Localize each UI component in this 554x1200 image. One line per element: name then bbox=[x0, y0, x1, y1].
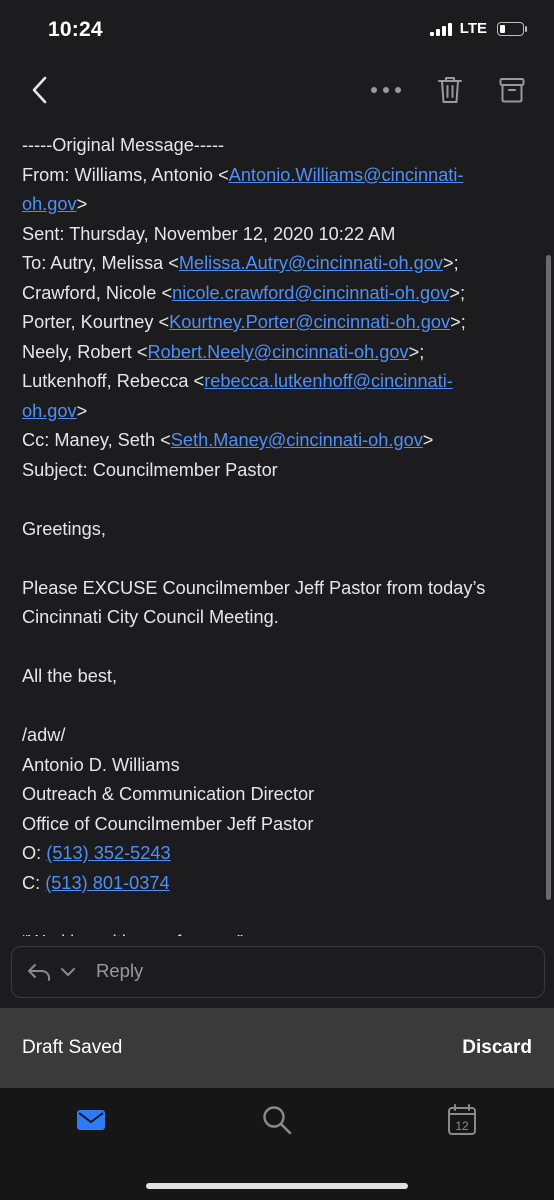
discard-button[interactable]: Discard bbox=[462, 1037, 532, 1059]
recipient-line: Neely, Robert <Robert.Neely@cincinnati-o… bbox=[22, 341, 425, 362]
office-phone-line: O: (513) 352-5243 bbox=[22, 839, 532, 869]
subject-line: Subject: Councilmember Pastor bbox=[22, 459, 278, 480]
recipient-line: Crawford, Nicole <nicole.crawford@cincin… bbox=[22, 282, 466, 303]
original-message-header: -----Original Message----- bbox=[22, 135, 225, 155]
delete-button[interactable] bbox=[432, 70, 468, 110]
battery-icon bbox=[497, 21, 527, 36]
body-line: Cincinnati City Council Meeting. bbox=[22, 607, 279, 627]
tab-calendar[interactable]: 12 bbox=[442, 1102, 482, 1138]
recipient-email-link[interactable]: Kourtney.Porter@cincinnati-oh.gov bbox=[169, 312, 450, 332]
more-horizontal-icon bbox=[371, 87, 401, 93]
cell-phone-label: C: bbox=[22, 872, 46, 893]
reply-field[interactable]: Reply bbox=[11, 946, 545, 998]
draft-saved-banner: Draft Saved Discard bbox=[0, 1008, 554, 1088]
home-indicator bbox=[146, 1183, 408, 1189]
signature-office: Office of Councilmember Jeff Pastor bbox=[22, 813, 314, 834]
cell-phone-link[interactable]: (513) 801-0374 bbox=[45, 873, 169, 893]
signature-title: Outreach & Communication Director bbox=[22, 784, 315, 804]
recipient-email-link-cont[interactable]: oh.gov bbox=[22, 401, 77, 421]
reply-arrow-icon bbox=[28, 964, 50, 981]
status-bar: 10:24 LTE bbox=[0, 0, 554, 60]
archive-icon bbox=[499, 78, 525, 103]
status-time: 10:24 bbox=[48, 18, 103, 41]
search-icon bbox=[263, 1106, 292, 1135]
cell-phone-line: C: (513) 801-0374 bbox=[22, 869, 532, 899]
cc-label: Cc: Maney, Seth < bbox=[22, 430, 171, 450]
to-label: To: Autry, Melissa < bbox=[22, 253, 179, 273]
mail-icon bbox=[77, 1110, 105, 1130]
more-button[interactable] bbox=[364, 72, 408, 108]
chevron-left-icon bbox=[32, 76, 47, 104]
recipient-line: Lutkenhoff, Rebecca <rebecca.lutkenhoff@… bbox=[22, 367, 532, 397]
reply-label: Reply bbox=[96, 960, 144, 981]
from-label: From: Williams, Antonio < bbox=[22, 164, 229, 185]
chevron-down-icon[interactable] bbox=[60, 967, 76, 977]
recipient-line: Porter, Kourtney <Kourtney.Porter@cincin… bbox=[22, 312, 466, 332]
tab-mail[interactable] bbox=[71, 1102, 111, 1138]
signature-motto: “Working with you; for you.” bbox=[22, 928, 532, 937]
calendar-icon: 12 bbox=[448, 1104, 476, 1135]
draft-status: Draft Saved bbox=[22, 1037, 123, 1058]
message-toolbar bbox=[0, 60, 554, 122]
cc-line: Cc: Maney, Seth <Seth.Maney@cincinnati-o… bbox=[22, 430, 434, 450]
signature-name: Antonio D. Williams bbox=[22, 754, 180, 775]
to-email-link[interactable]: Melissa.Autry@cincinnati-oh.gov bbox=[179, 253, 443, 273]
network-type: LTE bbox=[459, 20, 487, 37]
from-line-cont: oh.gov> bbox=[22, 194, 88, 214]
back-button[interactable] bbox=[20, 70, 60, 110]
body-line: Please EXCUSE Councilmember Jeff Pastor … bbox=[22, 577, 486, 598]
from-email-link-cont[interactable]: oh.gov bbox=[22, 194, 77, 214]
calendar-day: 12 bbox=[455, 1119, 469, 1133]
recipient-email-link[interactable]: nicole.crawford@cincinnati-oh.gov bbox=[172, 283, 449, 303]
recipient-name: Lutkenhoff, Rebecca < bbox=[22, 371, 205, 391]
sent-line: Sent: Thursday, November 12, 2020 10:22 … bbox=[22, 223, 396, 244]
cellular-signal-icon bbox=[429, 22, 452, 36]
closing: All the best, bbox=[22, 666, 118, 686]
recipient-line-cont: oh.gov> bbox=[22, 400, 88, 421]
recipient-name: Porter, Kourtney < bbox=[22, 312, 170, 332]
from-line: From: Williams, Antonio <Antonio.William… bbox=[22, 161, 532, 191]
scrollbar[interactable] bbox=[546, 255, 551, 900]
office-phone-link[interactable]: (513) 352-5243 bbox=[46, 843, 170, 863]
email-body: -----Original Message----- From: William… bbox=[22, 131, 532, 936]
office-phone-label: O: bbox=[22, 843, 47, 863]
to-line: To: Autry, Melissa <Melissa.Autry@cincin… bbox=[22, 253, 459, 273]
tab-search[interactable] bbox=[257, 1102, 297, 1138]
recipient-name: Neely, Robert < bbox=[22, 341, 148, 362]
recipient-email-link[interactable]: rebecca.lutkenhoff@cincinnati- bbox=[204, 371, 453, 391]
cc-email-link[interactable]: Seth.Maney@cincinnati-oh.gov bbox=[171, 430, 423, 450]
signature-initials: /adw/ bbox=[22, 725, 66, 745]
trash-icon bbox=[438, 77, 462, 103]
recipient-email-link[interactable]: Robert.Neely@cincinnati-oh.gov bbox=[148, 342, 409, 362]
battery-level bbox=[500, 24, 506, 33]
greeting: Greetings, bbox=[22, 518, 106, 539]
status-indicators: LTE bbox=[429, 20, 527, 37]
recipient-name: Crawford, Nicole < bbox=[22, 282, 173, 303]
from-email-link[interactable]: Antonio.Williams@cincinnati- bbox=[229, 165, 464, 185]
reply-bar: Reply bbox=[0, 936, 554, 1008]
archive-button[interactable] bbox=[492, 70, 532, 110]
